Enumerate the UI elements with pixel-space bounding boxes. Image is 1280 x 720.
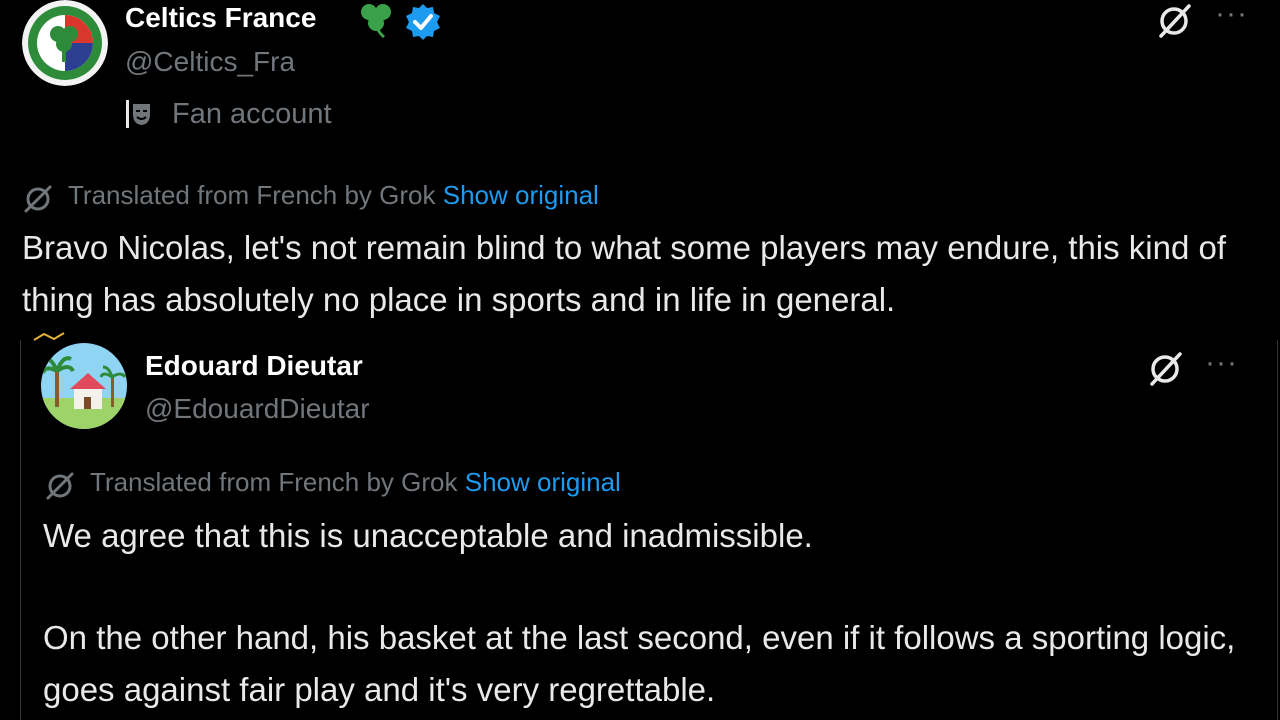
verified-icon — [406, 4, 440, 40]
grok-icon[interactable] — [1146, 350, 1184, 388]
avatar-edouard-dieutar[interactable] — [41, 343, 127, 429]
translation-label: Translated from French by Grok — [90, 467, 458, 497]
grok-icon[interactable] — [1155, 2, 1193, 40]
more-options-icon[interactable]: ··· — [1215, 0, 1248, 29]
show-original-link[interactable]: Show original — [443, 180, 599, 210]
show-original-link[interactable]: Show original — [465, 467, 621, 497]
handle[interactable]: @EdouardDieutar — [145, 393, 370, 425]
handle[interactable]: @Celtics_Fra — [125, 46, 295, 78]
display-name[interactable]: Edouard Dieutar — [145, 350, 363, 382]
grok-translate-icon — [46, 472, 74, 500]
more-options-icon[interactable]: ··· — [1205, 348, 1238, 378]
translation-notice: Translated from French by Grok Show orig… — [90, 467, 621, 498]
post-paragraph: We agree that this is unacceptable and i… — [43, 517, 813, 554]
post-paragraph: On the other hand, his basket at the las… — [43, 619, 1236, 708]
translation-notice: Translated from French by Grok Show orig… — [68, 180, 599, 211]
post-text: We agree that this is unacceptable and i… — [43, 510, 1243, 716]
shamrock-icon — [361, 4, 391, 38]
post-edouard-dieutar[interactable]: Edouard Dieutar @EdouardDieutar ··· Tran… — [20, 340, 1278, 720]
grok-translate-icon — [24, 185, 52, 213]
celtics-logo-icon — [22, 0, 108, 86]
post-celtics-france[interactable]: Celtics France @Celtics_Fra Fan account … — [0, 0, 1280, 341]
display-name[interactable]: Celtics France — [125, 2, 316, 34]
post-text: Bravo Nicolas, let's not remain blind to… — [22, 229, 1227, 318]
avatar-celtics-france[interactable] — [22, 0, 108, 86]
parody-mask-icon — [126, 100, 150, 128]
fan-account-label: Fan account — [172, 98, 332, 130]
house-palm-avatar-icon — [41, 343, 127, 429]
translation-label: Translated from French by Grok — [68, 180, 436, 210]
